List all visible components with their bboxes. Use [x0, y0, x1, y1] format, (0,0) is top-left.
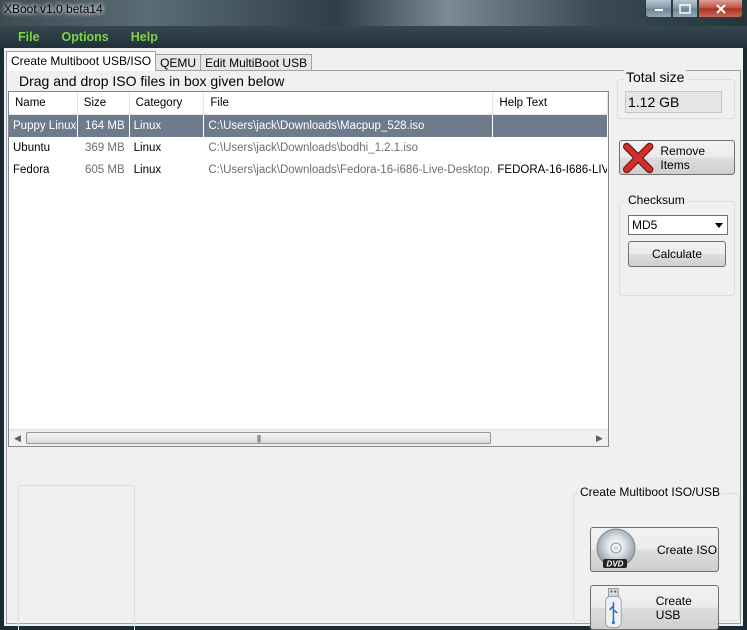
red-x-icon — [622, 142, 654, 173]
list-row[interactable]: Ubuntu 369 MB Linux C:\Users\jack\Downlo… — [9, 137, 608, 159]
client-area: Create Multiboot USB/ISO QEMU Edit Multi… — [4, 48, 743, 630]
scroll-left-arrow-icon[interactable]: ◀ — [9, 430, 26, 446]
tab-create-multiboot[interactable]: Create Multiboot USB/ISO — [6, 51, 157, 71]
window-controls — [645, 0, 743, 20]
tab-edit-multiboot[interactable]: Edit MultiBoot USB — [200, 54, 313, 71]
column-header-help-text[interactable]: Help Text — [493, 92, 608, 115]
title-bar[interactable]: XBoot v1.0 beta14 — [0, 0, 747, 26]
minimize-icon — [654, 8, 663, 11]
create-iso-label: Create ISO — [657, 542, 718, 557]
maximize-icon — [679, 3, 691, 14]
window-title: XBoot v1.0 beta14 — [4, 2, 103, 16]
horizontal-scrollbar[interactable]: ◀ ||| ▶ — [9, 429, 608, 446]
column-header-category[interactable]: Category — [130, 92, 205, 115]
total-size-value: 1.12 GB — [625, 91, 722, 113]
row-file: C:\Users\jack\Downloads\Macpup_528.iso — [204, 115, 494, 137]
minimize-button[interactable] — [645, 0, 672, 18]
column-header-name[interactable]: Name — [9, 92, 78, 115]
tab-panel: Drag and drop ISO files in box given bel… — [6, 69, 741, 630]
total-size-group: Total size 1.12 GB — [617, 69, 735, 119]
tab-strip: Create Multiboot USB/ISO QEMU Edit Multi… — [6, 51, 313, 71]
total-size-label: Total size — [624, 69, 687, 85]
row-size: 164 MB — [78, 115, 130, 137]
row-name: Ubuntu — [13, 142, 51, 154]
create-usb-label: Create USB — [655, 593, 692, 622]
calculate-label: Calculate — [651, 247, 703, 261]
row-size: 369 MB — [84, 142, 125, 154]
maximize-button[interactable] — [672, 0, 698, 18]
list-row[interactable]: Fedora 605 MB Linux C:\Users\jack\Downlo… — [9, 159, 608, 181]
row-help-text — [493, 137, 608, 159]
usb-drive-icon — [605, 587, 622, 628]
checksum-label: Checksum — [626, 193, 687, 207]
preview-box — [18, 485, 135, 630]
create-usb-button[interactable]: Create USB — [590, 585, 719, 630]
svg-text:DVD: DVD — [607, 559, 624, 568]
tab-qemu[interactable]: QEMU — [155, 54, 202, 71]
close-button[interactable] — [698, 0, 743, 18]
row-size: 605 MB — [84, 164, 125, 176]
chevron-down-icon — [715, 223, 723, 228]
checksum-selected-value: MD5 — [632, 218, 658, 232]
column-header-file[interactable]: File — [204, 92, 494, 115]
column-header-size[interactable]: Size — [78, 92, 130, 115]
list-rows: Puppy Linux 164 MB Linux C:\Users\jack\D… — [9, 115, 608, 181]
menu-file[interactable]: File — [18, 30, 40, 44]
remove-items-button[interactable]: Remove Items — [619, 140, 735, 175]
menu-options[interactable]: Options — [62, 30, 109, 44]
create-iso-button[interactable]: DVD Create ISO — [590, 527, 719, 572]
scrollbar-thumb[interactable]: ||| — [26, 432, 491, 444]
calculate-button[interactable]: Calculate — [628, 241, 726, 267]
row-category: Linux — [133, 142, 162, 154]
list-row[interactable]: Puppy Linux 164 MB Linux C:\Users\jack\D… — [9, 115, 608, 137]
row-name: Fedora — [13, 164, 50, 176]
scroll-right-arrow-icon[interactable]: ▶ — [591, 430, 608, 446]
menu-bar: File Options Help — [0, 26, 747, 48]
row-file: C:\Users\jack\Downloads\Fedora-16-i686-L… — [208, 164, 494, 176]
row-file: C:\Users\jack\Downloads\bodhi_1.2.1.iso — [208, 142, 419, 154]
remove-items-label: Remove Items — [660, 143, 706, 172]
iso-list[interactable]: Name Size Category File Help Text Puppy … — [8, 91, 609, 447]
create-group-label: Create Multiboot ISO/USB — [578, 485, 723, 499]
menu-help[interactable]: Help — [131, 30, 158, 44]
list-header: Name Size Category File Help Text — [9, 92, 608, 115]
row-category: Linux — [133, 164, 162, 176]
row-help-text — [493, 115, 608, 137]
drag-drop-label: Drag and drop ISO files in box given bel… — [19, 73, 285, 89]
row-category: Linux — [130, 115, 205, 137]
row-help-text: FEDORA-16-I686-LIVE- — [497, 164, 607, 176]
close-icon — [715, 3, 726, 14]
dvd-disc-icon: DVD — [596, 528, 636, 568]
row-name: Puppy Linux — [9, 115, 78, 137]
checksum-select[interactable]: MD5 — [628, 215, 728, 235]
